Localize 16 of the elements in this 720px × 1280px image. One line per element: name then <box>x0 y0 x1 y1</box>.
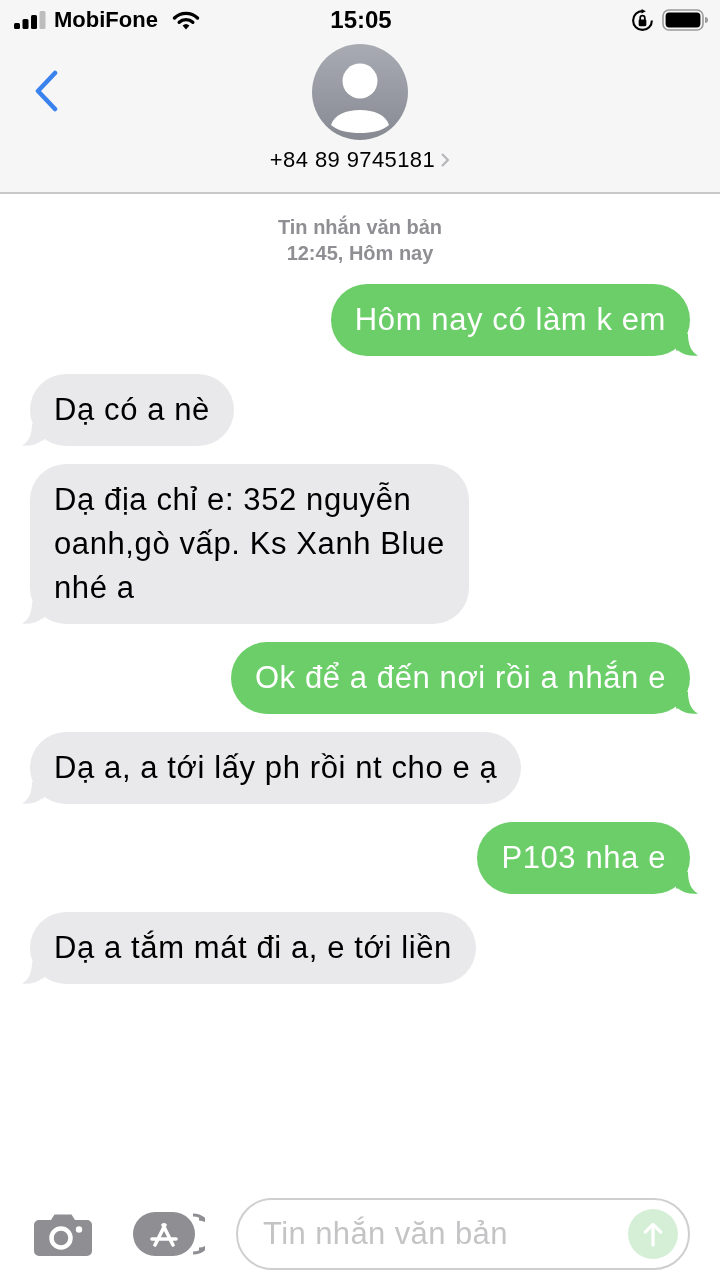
arrow-up-icon <box>642 1221 664 1247</box>
avatar-icon[interactable] <box>312 44 408 140</box>
wifi-icon <box>171 10 200 30</box>
camera-icon[interactable] <box>34 1212 92 1256</box>
carrier-name: MobiFone <box>54 7 158 33</box>
signal-icon <box>14 11 46 29</box>
back-icon[interactable] <box>33 70 59 112</box>
message-type-label: Tin nhắn văn bản <box>277 214 443 240</box>
chevron-icon <box>441 153 451 167</box>
message-input-field[interactable]: Tin nhắn văn bản <box>236 1198 690 1270</box>
orientation-lock-icon <box>631 8 654 32</box>
timestamp: 12:45, Hôm nay <box>286 241 434 266</box>
apps-icon[interactable] <box>133 1212 205 1256</box>
battery-icon <box>662 9 708 31</box>
status-time: 15:05 <box>330 6 392 34</box>
contact-button[interactable]: +84 89 9745181 <box>267 147 453 173</box>
